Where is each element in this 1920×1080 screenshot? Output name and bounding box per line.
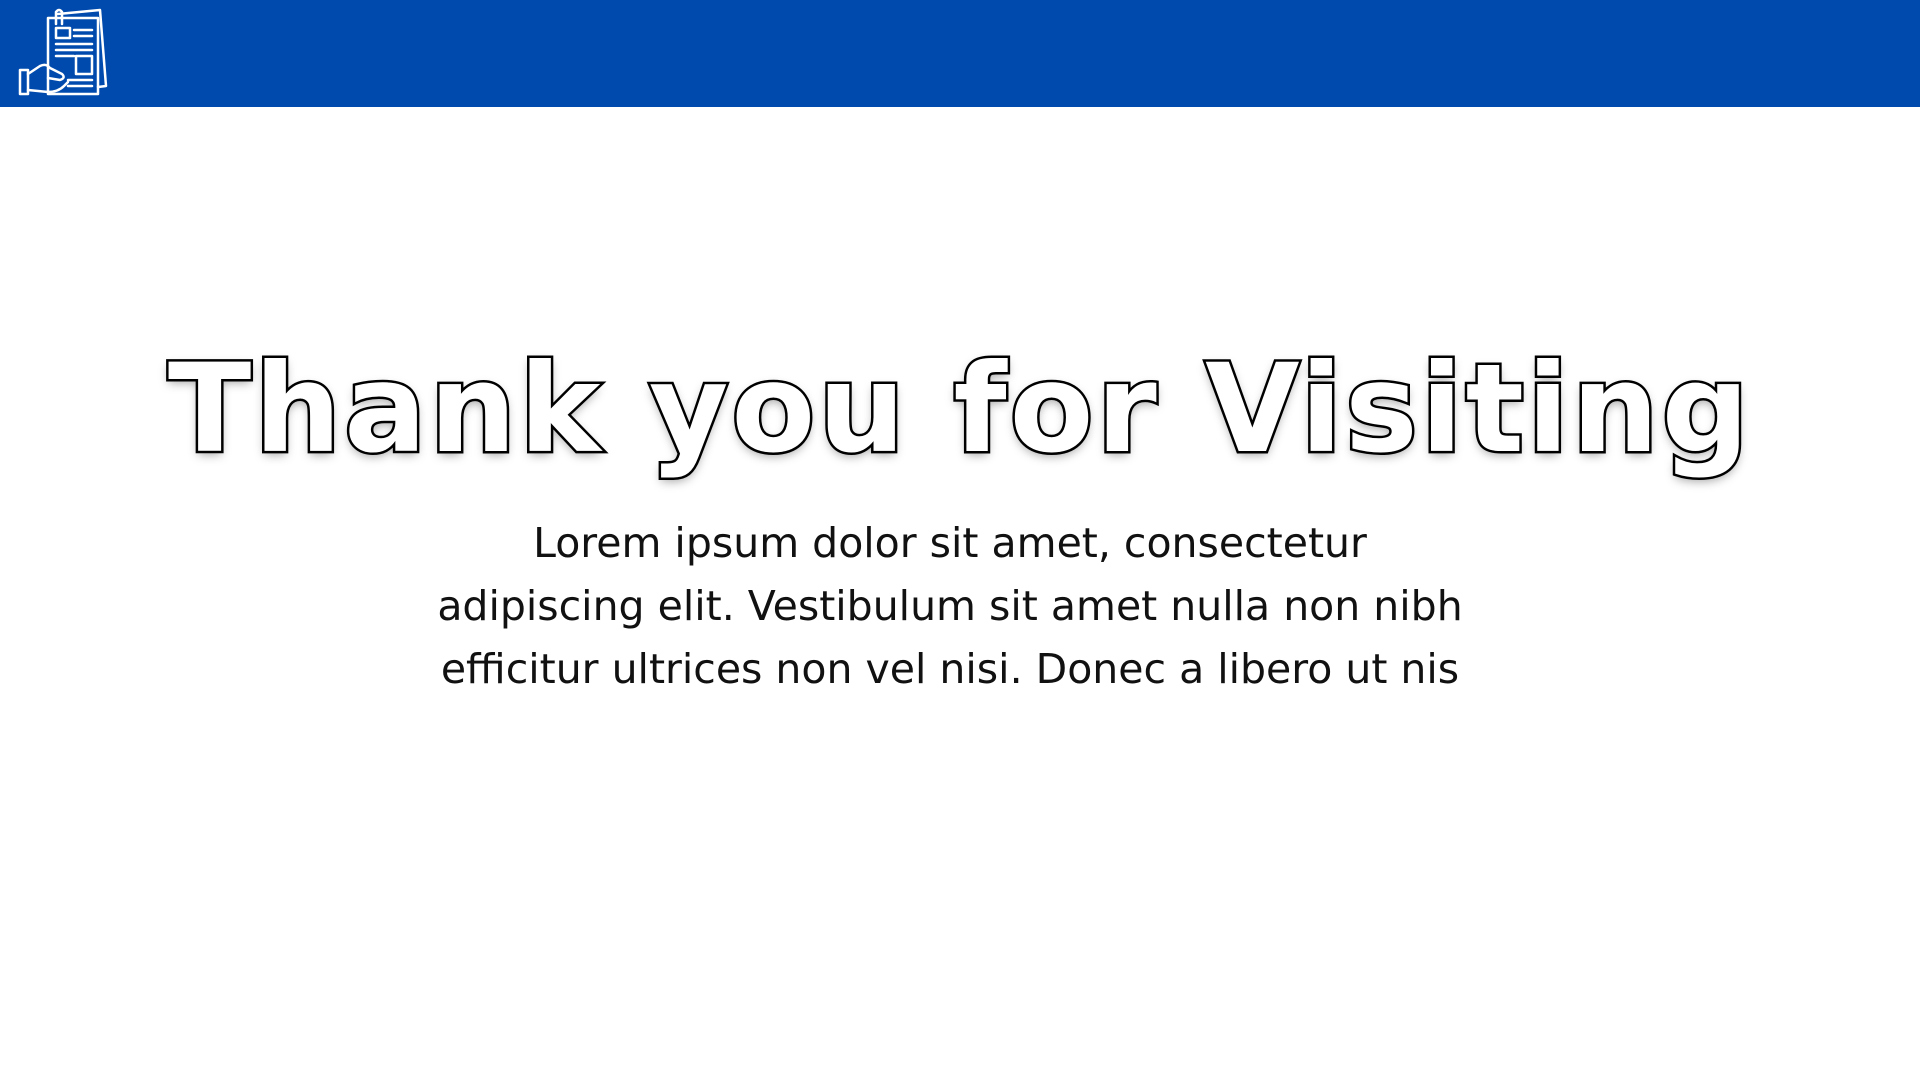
slide: Thank you for Visiting Lorem ipsum dolor… [0,0,1920,1080]
page-title: Thank you for Visiting [166,336,1752,483]
header-bar [0,0,1920,107]
body-paragraph: Lorem ipsum dolor sit amet, consectetur … [437,519,1463,693]
document-hand-icon [18,8,110,100]
